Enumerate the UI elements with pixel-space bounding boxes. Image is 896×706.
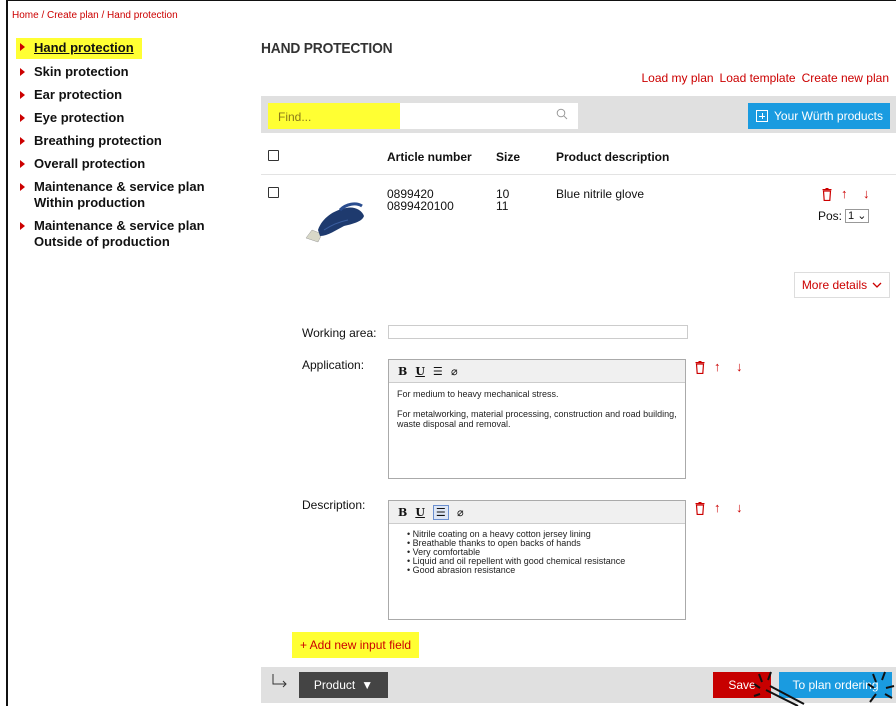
application-text[interactable]: For medium to heavy mechanical stress. F… [389, 383, 685, 445]
description-editor[interactable]: B U ☰ ⌀ Nitrile coating on a heavy cotto… [388, 500, 686, 620]
load-template-link[interactable]: Load template [720, 71, 796, 85]
triangle-right-icon [20, 91, 25, 99]
description-text[interactable]: Nitrile coating on a heavy cotton jersey… [389, 524, 685, 581]
sidebar-item-eye-protection[interactable]: Eye protection [16, 110, 246, 126]
list-item: Good abrasion resistance [407, 566, 677, 575]
application-editor[interactable]: B U ☰ ⌀ For medium to heavy mechanical s… [388, 359, 686, 479]
column-header-article[interactable]: Article number [387, 150, 472, 164]
trash-icon[interactable] [695, 361, 705, 374]
position-control: Pos: 1 ⌄ [818, 209, 870, 223]
chevron-down-icon [872, 282, 882, 288]
sidebar-item-breathing-protection[interactable]: Breathing protection [16, 133, 246, 149]
description-label: Description: [302, 498, 366, 512]
caret-down-icon: ▼ [361, 678, 374, 692]
triangle-right-icon [20, 68, 25, 76]
add-input-field-button[interactable]: + Add new input field [292, 632, 420, 658]
move-down-icon[interactable]: ↓ [736, 359, 743, 374]
working-area-input[interactable] [388, 325, 688, 339]
move-up-icon[interactable]: ↑ [841, 186, 848, 201]
your-wurth-products-button[interactable]: Your Würth products [748, 103, 890, 129]
sidebar-item-hand-protection[interactable]: Hand protection [16, 38, 142, 59]
column-header-size[interactable]: Size [496, 150, 520, 164]
triangle-right-icon [20, 137, 25, 145]
triangle-right-icon [20, 43, 25, 51]
plus-square-icon [756, 110, 768, 122]
position-select[interactable]: 1 ⌄ [845, 209, 870, 223]
trash-icon[interactable] [822, 188, 832, 201]
list-icon[interactable]: ☰ [432, 504, 449, 520]
move-down-icon[interactable]: ↓ [863, 186, 870, 201]
description-list: Nitrile coating on a heavy cotton jersey… [397, 530, 677, 575]
sidebar-item-ear-protection[interactable]: Ear protection [16, 87, 246, 103]
more-details-button[interactable]: More details [794, 272, 890, 298]
bold-icon[interactable]: B [398, 506, 407, 519]
eraser-icon[interactable]: ⌀ [457, 506, 464, 519]
triangle-right-icon [20, 183, 25, 191]
return-arrow-icon [272, 674, 287, 688]
article-number: 0899420 0899420100 [387, 187, 454, 213]
sidebar-item-overall-protection[interactable]: Overall protection [16, 156, 246, 172]
select-all-checkbox[interactable] [268, 150, 279, 161]
product-description: Blue nitrile glove [556, 187, 645, 201]
editor-toolbar: B U ☰ ⌀ [389, 501, 685, 524]
working-area-label: Working area: [302, 326, 377, 340]
sidebar: Hand protection Skin protection Ear prot… [16, 38, 246, 257]
row-checkbox[interactable] [268, 187, 279, 198]
sidebar-item-maintenance-within[interactable]: Maintenance & service plan Within product… [16, 179, 246, 211]
search-placeholder: Find... [278, 110, 312, 124]
underline-icon[interactable]: U [415, 506, 425, 519]
size-values: 10 11 [496, 187, 510, 213]
list-icon[interactable]: ☰ [433, 365, 443, 378]
click-indicator-icon [753, 671, 895, 706]
sidebar-item-skin-protection[interactable]: Skin protection [16, 64, 246, 80]
plan-links: Load my plan Load template Create new pl… [642, 71, 890, 85]
move-up-icon[interactable]: ↑ [714, 359, 721, 374]
sidebar-item-maintenance-outside[interactable]: Maintenance & service plan Outside of pro… [16, 218, 246, 250]
move-down-icon[interactable]: ↓ [736, 500, 743, 515]
move-up-icon[interactable]: ↑ [714, 500, 721, 515]
product-dropdown-button[interactable]: Product ▼ [299, 672, 388, 698]
column-header-description[interactable]: Product description [556, 150, 669, 164]
triangle-right-icon [20, 114, 25, 122]
bold-icon[interactable]: B [398, 365, 407, 378]
glove-image [305, 202, 364, 243]
application-label: Application: [302, 358, 365, 372]
table-divider [261, 174, 896, 175]
eraser-icon[interactable]: ⌀ [451, 365, 458, 378]
trash-icon[interactable] [695, 502, 705, 515]
create-new-plan-link[interactable]: Create new plan [802, 71, 889, 85]
editor-toolbar: B U ☰ ⌀ [389, 360, 685, 383]
search-icon[interactable] [556, 108, 568, 120]
triangle-right-icon [20, 160, 25, 168]
load-my-plan-link[interactable]: Load my plan [642, 71, 714, 85]
breadcrumb[interactable]: Home / Create plan / Hand protection [12, 10, 178, 21]
page-title: HAND PROTECTION [261, 40, 393, 57]
triangle-right-icon [20, 222, 25, 230]
underline-icon[interactable]: U [415, 365, 425, 378]
